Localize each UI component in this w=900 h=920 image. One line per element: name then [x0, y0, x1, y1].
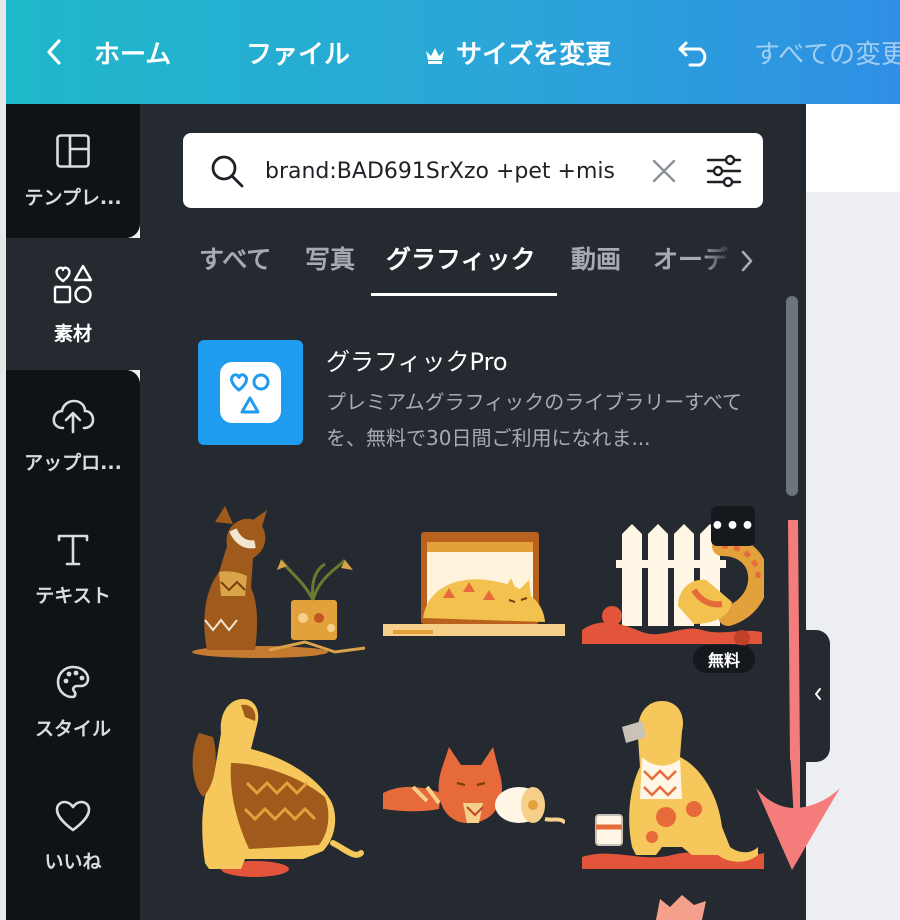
- tab-all[interactable]: すべて: [199, 240, 271, 276]
- rail-label: スタイル: [34, 717, 111, 740]
- promo-description: プレミアムグラフィックのライブラリーすべてを、無料で30日間ご利用になれま...: [326, 390, 742, 450]
- home-label: ホーム: [94, 39, 172, 70]
- graphic-spaniel-in-sweater[interactable]: [185, 693, 367, 883]
- resize-button[interactable]: サイズを変更: [424, 30, 611, 74]
- free-badge-label: 無料: [707, 651, 740, 670]
- rail-label: 素材: [53, 322, 92, 345]
- design-canvas-area[interactable]: [806, 104, 900, 920]
- rail-item-styles[interactable]: スタイル: [6, 636, 140, 768]
- active-tab-indicator: [371, 293, 557, 296]
- graphics-pro-promo[interactable]: グラフィックPro プレミアムグラフィックのライブラリーすべてを、無料で30日間…: [198, 340, 758, 450]
- top-bar: ホーム ファイル サイズを変更 すべての変更: [6, 0, 900, 104]
- free-badge: 無料: [693, 645, 755, 673]
- rail-label: アップロ...: [24, 451, 122, 474]
- tab-videos[interactable]: 動画: [571, 240, 621, 276]
- filter-icon[interactable]: [705, 153, 743, 189]
- upload-icon: [51, 398, 95, 438]
- file-menu-button[interactable]: ファイル: [246, 30, 350, 74]
- graphics-pro-icon: [198, 340, 303, 445]
- rail-label: テンプレ...: [24, 186, 122, 209]
- more-options-button[interactable]: •••: [710, 506, 756, 546]
- text-icon: [56, 533, 90, 571]
- editor-window: ホーム ファイル サイズを変更 すべての変更 テンプレ... 素材 アップロ..…: [0, 0, 900, 920]
- search-input[interactable]: [265, 153, 633, 189]
- resize-label: サイズを変更: [456, 39, 612, 70]
- category-tabs: すべて 写真 グラフィック 動画 オーデ: [183, 232, 783, 296]
- panel-scrollbar-thumb[interactable]: [786, 296, 798, 496]
- clear-search-icon[interactable]: [651, 158, 677, 184]
- tab-audio[interactable]: オーデ: [653, 240, 733, 276]
- rail-item-templates[interactable]: テンプレ...: [6, 104, 140, 238]
- graphic-dog-with-plant[interactable]: [185, 500, 367, 672]
- heart-icon: [54, 799, 92, 837]
- chevron-right-icon[interactable]: [739, 248, 755, 274]
- rail-item-likes[interactable]: いいね: [6, 770, 140, 902]
- chevron-left-icon: [44, 37, 64, 67]
- graphic-cat-on-laptop[interactable]: [383, 530, 565, 644]
- design-page[interactable]: [806, 104, 900, 192]
- file-label: ファイル: [246, 39, 351, 70]
- rail-label: テキスト: [35, 584, 111, 607]
- rail-item-uploads[interactable]: アップロ...: [6, 370, 140, 502]
- undo-button[interactable]: [676, 30, 716, 74]
- graphic-cat-with-toilet-paper[interactable]: [383, 743, 567, 833]
- chevron-left-icon: [813, 686, 823, 706]
- tab-photos[interactable]: 写真: [305, 240, 355, 276]
- graphic-retriever-with-paint[interactable]: [582, 697, 764, 873]
- undo-icon: [676, 37, 716, 67]
- back-button[interactable]: ホーム: [44, 30, 171, 74]
- palette-icon: [55, 664, 91, 704]
- elements-icon: [52, 263, 94, 309]
- save-status-text: すべての変更: [754, 39, 900, 70]
- promo-title: グラフィックPro: [326, 348, 508, 376]
- save-status: すべての変更: [754, 30, 900, 74]
- crown-icon: [424, 42, 446, 64]
- rail-item-elements[interactable]: 素材: [6, 238, 140, 370]
- search-icon: [209, 153, 245, 189]
- rail-label: いいね: [44, 850, 102, 873]
- rail-item-text[interactable]: テキスト: [6, 504, 140, 636]
- more-options-label: •••: [710, 513, 756, 539]
- tab-graphics[interactable]: グラフィック: [386, 240, 536, 276]
- search-box[interactable]: [183, 133, 763, 208]
- graphic-partial-next-row[interactable]: [650, 893, 710, 920]
- template-icon: [55, 133, 91, 173]
- collapse-panel-button[interactable]: [806, 630, 830, 762]
